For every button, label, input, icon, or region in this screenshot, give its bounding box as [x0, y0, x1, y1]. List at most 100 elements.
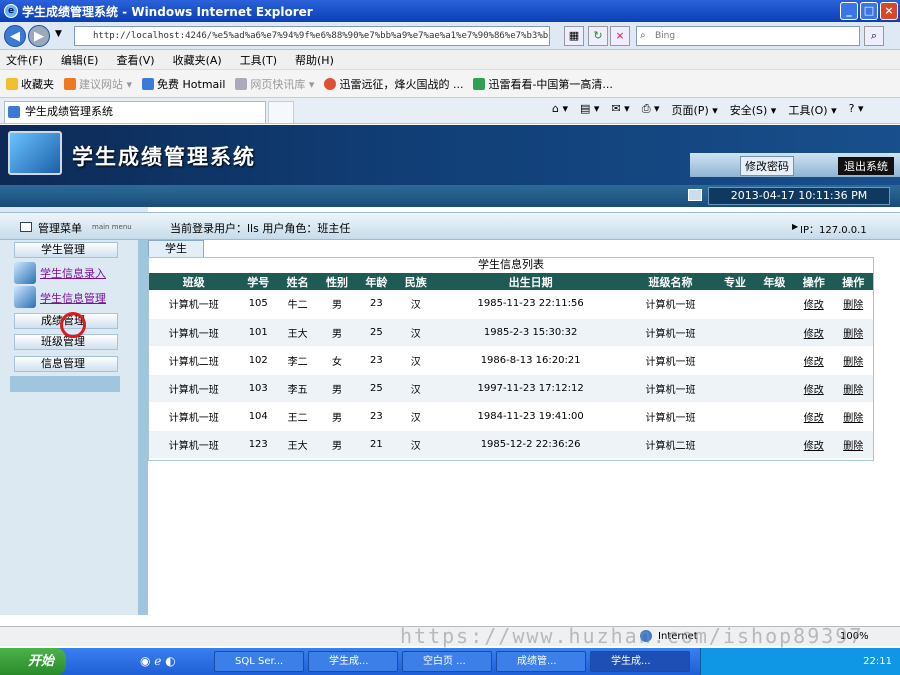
task-student2[interactable]: 学生成...	[590, 651, 690, 672]
sidebar-item-student-mgmt[interactable]: 学生管理	[14, 242, 118, 258]
sidebar-link-student-entry[interactable]: 学生信息录入	[40, 265, 106, 281]
minimize-button[interactable]: _	[840, 2, 858, 20]
tab-favicon	[8, 106, 20, 118]
logout-button[interactable]: 退出系统	[838, 157, 894, 175]
edit-link[interactable]: 修改	[804, 300, 824, 311]
table-cell: 计算机一班	[625, 318, 716, 347]
browser-tab[interactable]: 学生成绩管理系统	[4, 101, 266, 123]
menu-tools[interactable]: 工具(T)	[240, 52, 277, 68]
task-sql[interactable]: SQL Ser...	[214, 651, 304, 672]
home-icon[interactable]: ⌂ ▾	[552, 102, 568, 118]
column-header: 年级	[754, 273, 795, 290]
edit-link[interactable]: 修改	[804, 413, 824, 424]
change-password-button[interactable]: 修改密码	[740, 156, 794, 176]
page-menu[interactable]: 页面(P) ▾	[672, 102, 718, 118]
quicklaunch-icons[interactable]: ◉ ℯ ◐	[140, 654, 176, 668]
maximize-button[interactable]: □	[860, 2, 878, 20]
system-tray: 22:11	[700, 648, 900, 675]
feeds-icon[interactable]: ▤ ▾	[580, 102, 599, 118]
back-icon[interactable]: ◀	[4, 25, 26, 47]
datetime-display: 2013-04-17 10:11:36 PM	[708, 187, 890, 205]
mail-icon[interactable]: ✉ ▾	[611, 102, 629, 118]
window-titlebar: e 学生成绩管理系统 - Windows Internet Explorer _…	[0, 0, 900, 22]
task-blank[interactable]: 空白页 ...	[402, 651, 492, 672]
sidebar-footer-strip	[10, 376, 120, 392]
refresh-icon[interactable]: ↻	[588, 26, 608, 46]
table-cell: 105	[238, 290, 278, 319]
sidebar-item-info-mgmt[interactable]: 信息管理	[14, 356, 118, 372]
table-cell: 男	[317, 430, 357, 459]
stop-icon[interactable]: ×	[610, 26, 630, 46]
table-cell: 汉	[396, 290, 436, 319]
fav-kankan[interactable]: 迅雷看看-中国第一高清...	[473, 76, 613, 92]
column-header: 学号	[238, 273, 278, 290]
table-cell: 计算机二班	[625, 430, 716, 459]
forward-icon[interactable]: ▶	[28, 25, 50, 47]
menu-file[interactable]: 文件(F)	[6, 52, 43, 68]
table-cell: 计算机一班	[149, 290, 239, 319]
delete-link[interactable]: 删除	[843, 357, 863, 368]
safety-menu[interactable]: 安全(S) ▾	[730, 102, 777, 118]
task-student1[interactable]: 学生成...	[308, 651, 398, 672]
help-icon[interactable]: ? ▾	[849, 102, 864, 118]
fav-webslice[interactable]: 网页快讯库 ▾	[235, 76, 314, 92]
search-input[interactable]: Bing	[636, 26, 860, 46]
edit-link[interactable]: 修改	[804, 329, 824, 340]
table-cell: 1997-11-23 17:12:12	[435, 374, 626, 403]
table-cell: 1985-11-23 22:11:56	[435, 290, 626, 319]
right-margin	[880, 240, 900, 615]
command-bar: ⌂ ▾ ▤ ▾ ✉ ▾ ⎙ ▾ 页面(P) ▾ 安全(S) ▾ 工具(O) ▾ …	[552, 102, 863, 118]
table-cell	[715, 346, 755, 375]
delete-link[interactable]: 删除	[843, 385, 863, 396]
suggested-icon	[64, 77, 76, 90]
tools-menu[interactable]: 工具(O) ▾	[788, 102, 836, 118]
compat-view-icon[interactable]: ▦	[564, 26, 584, 46]
close-button[interactable]: ×	[880, 2, 898, 20]
start-button[interactable]: 开始	[0, 648, 66, 675]
system-name: 学生成绩管理系统	[72, 145, 256, 169]
menu-edit[interactable]: 编辑(E)	[61, 52, 99, 68]
favorites-button[interactable]: 收藏夹	[6, 76, 54, 92]
table-cell: 101	[238, 318, 278, 347]
taskbar: 开始 ◉ ℯ ◐ SQL Ser... 学生成... 空白页 ... 成绩管..…	[0, 648, 900, 675]
delete-link[interactable]: 删除	[843, 441, 863, 452]
table-cell: 计算机一班	[149, 374, 239, 403]
table-cell	[715, 290, 755, 319]
delete-link[interactable]: 删除	[843, 329, 863, 340]
task-score[interactable]: 成绩管...	[496, 651, 586, 672]
column-header: 民族	[396, 273, 436, 290]
menu-view[interactable]: 查看(V)	[116, 52, 154, 68]
fav-suggested[interactable]: 建议网站 ▾	[64, 76, 132, 92]
search-button[interactable]: ⌕	[864, 26, 884, 46]
sidebar-link-student-info[interactable]: 学生信息管理	[40, 290, 106, 306]
table-cell: 汉	[396, 346, 436, 375]
new-tab-button[interactable]	[268, 101, 294, 123]
frame-divider	[138, 240, 148, 615]
table-cell	[754, 318, 795, 347]
history-chevron-icon[interactable]: ▼	[55, 29, 62, 39]
print-icon[interactable]: ⎙ ▾	[642, 102, 660, 118]
menu-favorites[interactable]: 收藏夹(A)	[173, 52, 222, 68]
tab-student[interactable]: 学生	[148, 240, 204, 258]
edit-link[interactable]: 修改	[804, 441, 824, 452]
table-cell: 计算机一班	[149, 318, 239, 347]
table-cell: 删除	[833, 430, 873, 459]
fav-xunlei[interactable]: 迅雷远征，烽火国战的 ...	[324, 76, 463, 92]
delete-link[interactable]: 删除	[843, 300, 863, 311]
current-user-info: 当前登录用户：lls 用户角色：班主任	[170, 222, 351, 235]
menu-bar: 文件(F) 编辑(E) 查看(V) 收藏夹(A) 工具(T) 帮助(H)	[0, 50, 900, 70]
edit-link[interactable]: 修改	[804, 357, 824, 368]
tab-row: 学生成绩管理系统 ⌂ ▾ ▤ ▾ ✉ ▾ ⎙ ▾ 页面(P) ▾ 安全(S) ▾…	[0, 98, 900, 124]
table-row: 计算机一班 101 王大男 25 汉 1985-2-3 15:30:32 计算机一班 修改 删除	[149, 318, 873, 347]
address-input[interactable]: http://localhost:4246/%e5%ad%a6%e7%94%9f…	[74, 26, 550, 46]
table-cell: 计算机一班	[625, 346, 716, 375]
fav-hotmail[interactable]: 免费 Hotmail	[142, 76, 225, 92]
table-cell: 汉	[396, 402, 436, 431]
delete-link[interactable]: 删除	[843, 413, 863, 424]
table-cell: 女	[317, 346, 357, 375]
table-cell: 男	[317, 290, 357, 319]
edit-link[interactable]: 修改	[804, 385, 824, 396]
star-icon	[6, 77, 18, 90]
table-cell: 修改	[794, 318, 834, 347]
menu-help[interactable]: 帮助(H)	[295, 52, 334, 68]
